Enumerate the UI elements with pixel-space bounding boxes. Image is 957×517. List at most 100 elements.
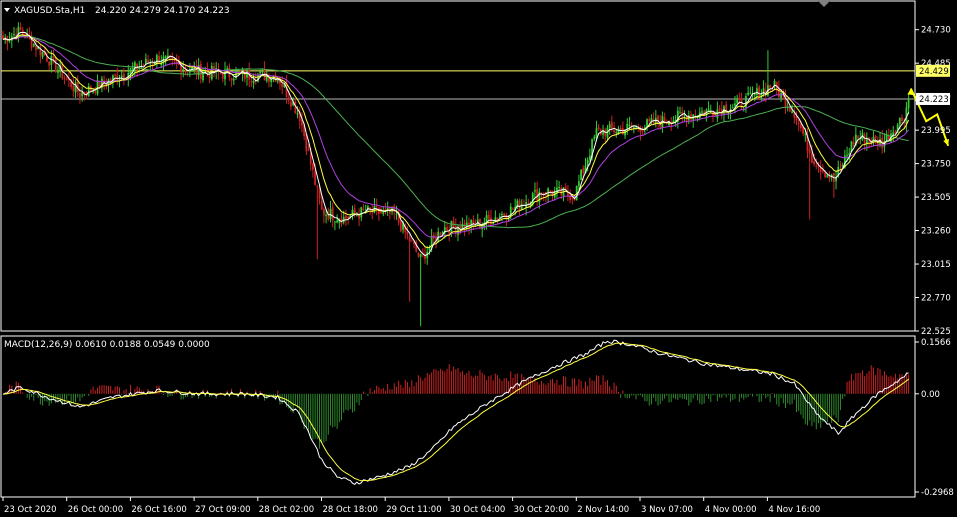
time-tick-label: 29 Oct 11:00 xyxy=(386,505,441,515)
candle-body xyxy=(164,56,167,58)
price-tick-label: 23.015 xyxy=(921,260,951,270)
candle-body xyxy=(202,74,204,81)
candle-body xyxy=(736,98,739,104)
candle-body xyxy=(439,233,442,236)
candle-body xyxy=(907,98,910,109)
candle-body xyxy=(281,83,284,87)
candle-body xyxy=(41,51,44,58)
macd-tick-label: 0.1566 xyxy=(921,338,951,348)
candle-body xyxy=(586,159,589,166)
candle-body xyxy=(52,56,55,58)
candle-body xyxy=(48,61,51,66)
candle-body xyxy=(375,205,378,208)
candle-body xyxy=(815,165,818,167)
candle-body xyxy=(81,92,84,97)
candle-body xyxy=(219,73,222,75)
candle-body xyxy=(857,136,859,138)
chart-shift-marker xyxy=(818,1,830,7)
candle-body xyxy=(142,64,145,66)
candle-body xyxy=(898,118,901,125)
candle-body xyxy=(628,124,631,126)
price-tick-label: 23.260 xyxy=(921,227,951,237)
candle-body xyxy=(780,92,783,99)
candle-body xyxy=(360,207,363,218)
candle-body xyxy=(595,128,598,138)
candle-body xyxy=(826,175,829,178)
candle-body xyxy=(821,170,824,172)
candle-body xyxy=(331,207,334,221)
candle-body xyxy=(175,60,178,63)
candle-body xyxy=(865,139,868,144)
candle-body xyxy=(327,214,330,220)
time-axis: 23 Oct 2020 26 Oct 00:00 26 Oct 16:00 27 Oc… xyxy=(2,497,820,515)
candle-body xyxy=(503,213,506,216)
candle-body xyxy=(259,70,262,74)
price-axis: 24.73024.48524.24023.99523.75023.50523.2… xyxy=(915,26,954,498)
candle-body xyxy=(536,189,539,201)
candle-body xyxy=(261,70,264,73)
candle-body xyxy=(336,220,339,223)
candle-body xyxy=(50,55,53,65)
candle-body xyxy=(490,217,492,225)
candle-body xyxy=(120,75,123,78)
candle-body xyxy=(747,92,750,95)
candle-body xyxy=(296,113,299,115)
candle-body xyxy=(320,200,323,210)
macd-label: MACD(12,26,9) 0.0610 0.0188 0.0549 0.000… xyxy=(4,340,210,350)
candle-body xyxy=(749,93,752,95)
candle-body xyxy=(334,221,336,223)
macd-panel xyxy=(2,339,910,486)
candle-body xyxy=(316,186,319,188)
candle-body xyxy=(182,68,185,72)
price-tick-label: 23.995 xyxy=(921,126,951,136)
arrow-head-icon xyxy=(943,138,949,146)
candle-body xyxy=(325,214,328,216)
candle-body xyxy=(701,111,703,113)
candle-body xyxy=(129,68,132,74)
candle-body xyxy=(13,34,15,36)
time-tick-label: 4 Nov 16:00 xyxy=(768,505,820,515)
candle-body xyxy=(94,90,97,93)
candle-body xyxy=(608,124,611,129)
candle-body xyxy=(380,212,382,214)
candle-body xyxy=(593,136,596,139)
candle-body xyxy=(824,173,826,177)
candle-body xyxy=(329,208,332,219)
time-tick-label: 30 Oct 04:00 xyxy=(450,505,505,515)
candle-body xyxy=(756,88,758,95)
candle-body xyxy=(399,221,402,232)
main-panel-border xyxy=(0,0,916,332)
candle-body xyxy=(683,115,686,117)
candle-body xyxy=(512,208,514,210)
price-tick-label: 22.770 xyxy=(921,294,951,304)
candle-body xyxy=(810,152,813,163)
candle-body xyxy=(731,107,734,109)
candle-body xyxy=(144,58,147,65)
dropdown-triangle-icon[interactable] xyxy=(4,8,10,12)
macd-signal-line xyxy=(2,342,909,482)
candle-body xyxy=(577,181,580,186)
candle-body xyxy=(448,231,451,234)
time-tick-label: 23 Oct 2020 xyxy=(4,505,57,515)
candle-body xyxy=(679,112,681,114)
chart-canvas: 24.73024.48524.24023.99523.75023.50523.2… xyxy=(0,0,954,515)
candle-body xyxy=(65,78,68,80)
main-price-panel xyxy=(1,22,950,327)
candle-body xyxy=(648,119,651,122)
candle-body xyxy=(738,97,741,100)
candle-body xyxy=(797,122,800,124)
candle-body xyxy=(63,77,66,79)
candle-body xyxy=(232,78,235,81)
candle-body xyxy=(582,167,585,173)
candle-body xyxy=(734,103,736,107)
time-tick-label: 26 Oct 16:00 xyxy=(131,505,186,515)
candle-body xyxy=(828,176,831,180)
symbol-title: XAGUSD.Sta,H1 xyxy=(14,6,85,16)
candle-body xyxy=(72,85,75,92)
price-badge-label: 24.429 xyxy=(919,67,949,77)
candle-body xyxy=(406,231,409,235)
candle-body xyxy=(626,123,629,129)
candle-body xyxy=(446,227,448,230)
candle-body xyxy=(813,160,815,165)
candle-body xyxy=(874,136,877,139)
